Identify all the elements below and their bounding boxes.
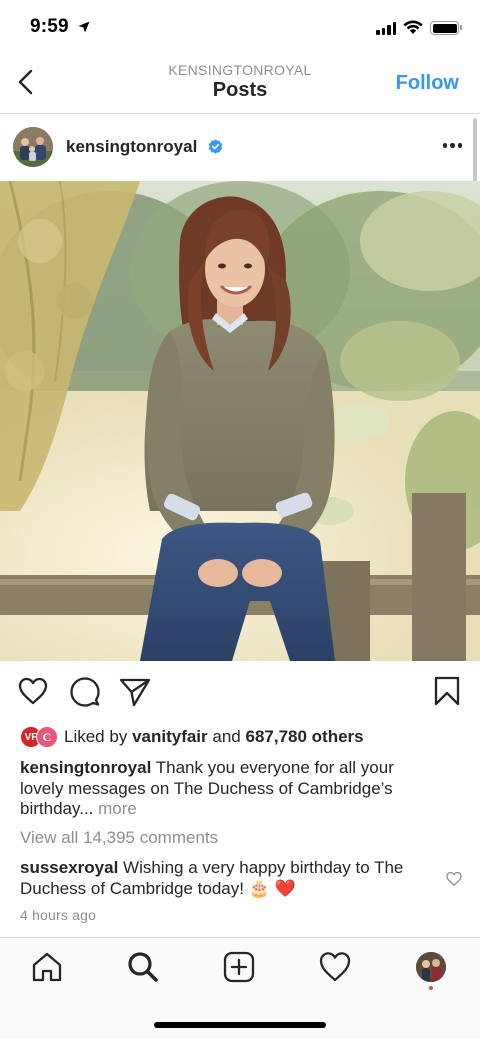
bookmark-icon[interactable] xyxy=(434,676,460,706)
bottom-tab-bar xyxy=(0,937,480,1039)
likes-text: Liked by vanityfair and 687,780 others xyxy=(64,727,364,747)
share-send-icon[interactable] xyxy=(119,677,151,707)
portrait-photo-image xyxy=(0,181,480,661)
user-avatar[interactable] xyxy=(13,127,53,167)
status-bar: 9:59 xyxy=(0,0,480,56)
home-indicator[interactable] xyxy=(154,1022,326,1028)
nav-header: KENSINGTONROYAL Posts Follow xyxy=(0,56,480,114)
activity-heart-icon[interactable] xyxy=(318,950,352,984)
profile-avatar[interactable] xyxy=(416,952,446,982)
liker-avatar: C xyxy=(36,726,58,748)
follow-button[interactable]: Follow xyxy=(396,72,459,95)
likes-count[interactable]: 687,780 others xyxy=(246,727,364,746)
battery-icon xyxy=(430,21,459,35)
view-all-comments-link[interactable]: View all 14,395 comments xyxy=(20,828,218,848)
liker-username[interactable]: vanityfair xyxy=(132,727,208,746)
comment-username[interactable]: sussexroyal xyxy=(20,858,118,877)
home-icon[interactable] xyxy=(30,950,64,984)
notification-dot xyxy=(429,986,433,990)
post-action-bar xyxy=(0,661,480,725)
likes-prefix: Liked by xyxy=(64,727,128,746)
search-icon[interactable] xyxy=(126,950,160,984)
more-options-icon[interactable] xyxy=(442,143,462,148)
comment-like-heart-icon[interactable] xyxy=(446,871,462,886)
cellular-signal-icon xyxy=(376,22,396,35)
post-header: kensingtonroyal xyxy=(0,115,480,181)
caption-more-link[interactable]: more xyxy=(98,799,137,818)
comment-item: sussexroyal Wishing a very happy birthda… xyxy=(20,858,430,899)
location-arrow-icon xyxy=(78,21,90,33)
post-photo[interactable] xyxy=(0,181,480,661)
add-post-icon[interactable] xyxy=(222,950,256,984)
wifi-icon xyxy=(403,20,423,34)
comment-bubble-icon[interactable] xyxy=(70,677,100,707)
caption-username[interactable]: kensingtonroyal xyxy=(20,758,151,777)
post-timestamp: 4 hours ago xyxy=(20,907,97,923)
likes-summary[interactable]: VF C Liked by vanityfair and 687,780 oth… xyxy=(20,725,364,749)
likes-conjunction: and xyxy=(212,727,241,746)
battery-cap xyxy=(460,25,462,30)
verified-badge-icon xyxy=(208,139,223,154)
post-caption: kensingtonroyal Thank you everyone for a… xyxy=(20,758,440,820)
like-heart-icon[interactable] xyxy=(18,677,48,705)
post-username[interactable]: kensingtonroyal xyxy=(66,137,197,157)
status-time: 9:59 xyxy=(30,16,69,37)
